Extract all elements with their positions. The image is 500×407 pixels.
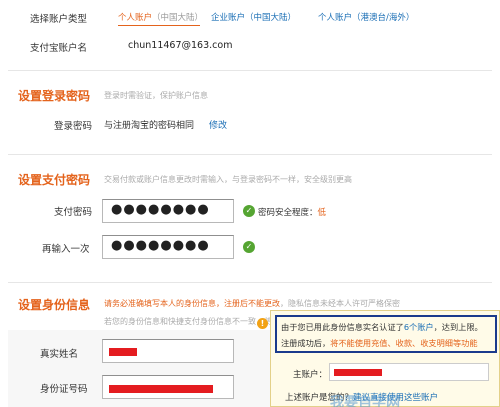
real-name-label: 真实姓名 [40,349,79,360]
account-name-label: 支付宝账户名 [30,43,88,54]
tab-personal-overseas[interactable]: 个人账户（港澳台/海外） [318,11,414,23]
pay-password-label: 支付密码 [54,207,93,218]
warning-highlight-box: 由于您已用此身份信息实名认证了6个账户，达到上限。 注册成功后，将不能使用充值、… [275,315,497,353]
warning-line-1: 由于您已用此身份信息实名认证了6个账户，达到上限。 [281,322,483,332]
divider [8,282,492,283]
pay-password-input[interactable]: ●●●●●●●● [102,199,234,223]
active-tab-underline [118,25,200,26]
identity-section-title: 设置身份信息 [18,298,91,312]
tab-personal-mainland[interactable]: 个人账户（中国大陆） [118,11,203,23]
main-account-label: 主账户： [293,370,328,380]
account-name-value: chun11467@163.com [128,40,233,51]
redacted-account [334,369,382,376]
redacted-id-number [109,385,213,393]
pay-section-title: 设置支付密码 [18,173,91,187]
redacted-name [109,348,137,356]
check-icon: ✓ [243,241,255,253]
confirm-password-input[interactable]: ●●●●●●●● [102,235,234,259]
divider [8,70,492,71]
account-type-label: 选择账户类型 [30,14,88,25]
login-password-text: 与注册淘宝的密码相同 [104,121,195,131]
warning-icon: ! [257,318,268,329]
real-name-input[interactable] [102,339,234,363]
login-section-title: 设置登录密码 [18,89,91,103]
confirm-password-label: 再输入一次 [42,244,90,255]
password-strength: 密码安全程度：低 [258,208,327,218]
main-account-field [329,363,489,381]
tab-enterprise-mainland[interactable]: 企业账户（中国大陆） [211,11,296,23]
modify-link[interactable]: 修改 [209,118,227,131]
identity-section-desc: 请务必准确填写本人的身份信息，注册后不能更改，隐私信息未经本人许可严格保密 [104,299,400,308]
id-number-input[interactable] [102,375,234,399]
pay-section-desc: 交易付款或账户信息更改时需输入，与登录密码不一样，安全级别更高 [104,175,352,184]
warning-line-2: 注册成功后，将不能使用充值、收款、收支明细等功能 [281,338,478,348]
login-section-desc: 登录时需验证，保护账户信息 [104,91,208,100]
confirm-password-value: ●●●●●●●● [111,238,210,253]
watermark: 我要自学网 [330,395,400,407]
check-icon: ✓ [243,205,255,217]
pay-password-value: ●●●●●●●● [111,202,210,217]
id-number-label: 身份证号码 [40,384,88,395]
login-password-label: 登录密码 [54,121,93,132]
divider [8,154,492,155]
